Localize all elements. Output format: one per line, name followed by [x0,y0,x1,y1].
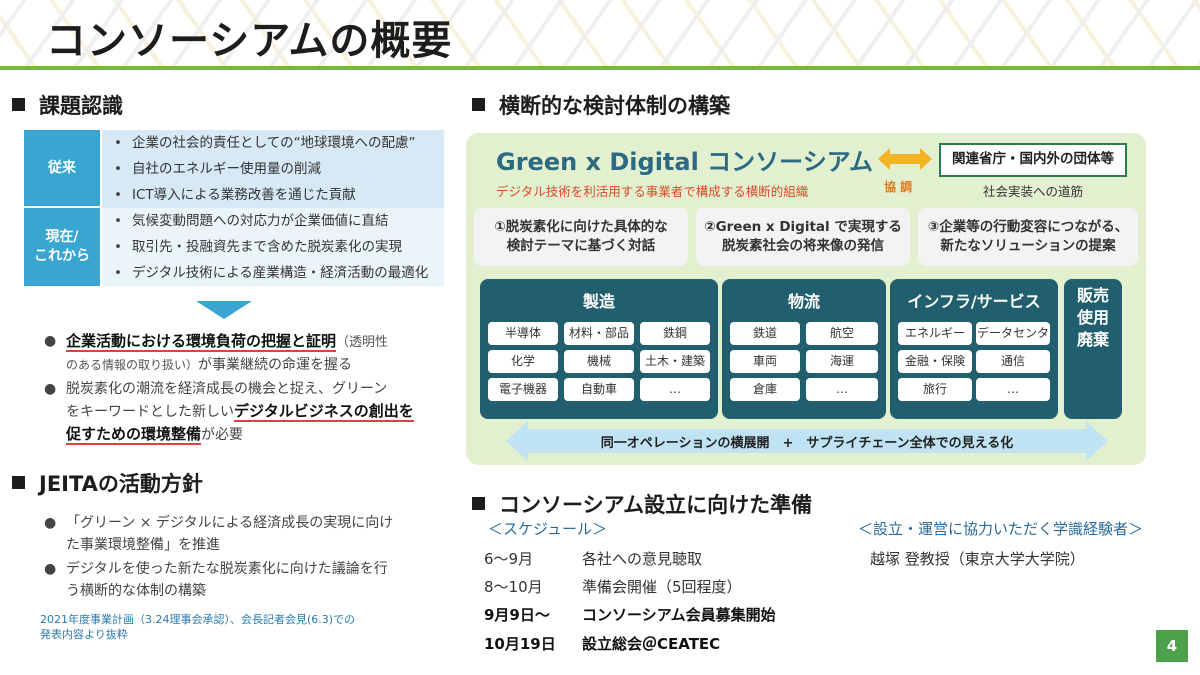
consortium-subtitle: デジタル技術を利活用する事業者で構成する横断的組織 [496,184,809,199]
block-sales-use-disposal: 販売 使用 廃棄 [1064,279,1122,419]
page-number: 4 [1156,630,1188,662]
schedule-text: 準備会開催（5回程度） [582,578,742,596]
expert-name: 越塚 登教授（東京大学大学院） [870,550,1085,568]
sector-pill: … [806,378,878,401]
sector-pill: 車両 [730,350,800,373]
partner-subtext: 社会実装への道筋 [982,184,1083,199]
section-heading-policy: JEITAの活動方針 [12,468,203,498]
schedule-text: 各社への意見聴取 [582,550,703,568]
sector-pill: エネルギー [898,322,972,345]
schedule-date: 8～10月 [484,578,543,596]
section-heading-structure: 横断的な検討体制の構築 [472,90,730,120]
sector-pill: 鉄鋼 [640,322,710,345]
list-item: 企業の社会的責任としての“地球環境への配慮” [102,130,444,156]
sector-pill: データセンタ [976,322,1050,345]
schedule-label: ＜スケジュール＞ [488,520,607,538]
sector-pill: 旅行 [898,378,972,401]
sector-pill: 材料・部品 [564,322,634,345]
double-arrow-icon [878,148,932,170]
sector-pill: 金融・保険 [898,350,972,373]
bullet-1: ● 企業活動における環境負荷の把握と証明（透明性 のある情報の取り扱い）が事業継… [44,332,389,373]
header-banner: コンソーシアムの概要 [0,0,1200,70]
sector-pill: 通信 [976,350,1050,373]
bullet-2: ● 脱炭素化の潮流を経済成長の機会と捉え、グリーン をキーワードとした新しいデジ… [44,381,414,445]
schedule-date: 9月9日～ [484,606,550,624]
list-item: ICT導入による業務改善を通じた貢献 [102,182,444,208]
sector-pill: 自動車 [564,378,634,401]
kyocho-label: 協 調 [884,180,913,194]
schedule-text: コンソーシアム会員募集開始 [582,606,776,624]
page-title: コンソーシアムの概要 [46,18,453,64]
sector-pill: 化学 [488,350,558,373]
schedule-date: 6～9月 [484,550,534,568]
sector-pill: 電子機器 [488,378,558,401]
consortium-title: Green x Digital コンソーシアム [496,148,874,176]
sector-pill: 航空 [806,322,878,345]
bullet-3: ● 「グリーン × デジタルによる経済成長の実現に向け た事業環境整備」を推進 [44,515,394,553]
sector-pill: 鉄道 [730,322,800,345]
row-label-past: 従来 [24,130,100,206]
row-content-now: 気候変動問題への対応力が企業価値に直結 取引先・投融資先まで含めた脱炭素化の実現… [102,208,444,286]
row-label-now: 現在/これから [24,208,100,286]
schedule-text: 設立総会＠CEATEC [582,635,721,653]
schedule-date: 10月19日 [484,635,556,653]
sector-pill: 海運 [806,350,878,373]
sector-pill: 倉庫 [730,378,800,401]
source-note: 2021年度事業計画（3.24理事会承認）、会長記者会見(6.3)での 発表内容よ… [40,613,356,641]
down-arrow-icon [196,301,252,319]
sector-pill: … [640,378,710,401]
sector-pill: 半導体 [488,322,558,345]
sector-pill: … [976,378,1050,401]
sector-pill: 機械 [564,350,634,373]
section-heading-preparation: コンソーシアム設立に向けた準備 [472,489,812,519]
theme-box-2: ②Green x Digital で実現する 脱炭素社会の将来像の発信 [696,208,910,266]
header-rule [0,66,1200,70]
list-item: デジタル技術による産業構造・経済活動の最適化 [102,260,444,286]
theme-box-1: ①脱炭素化に向けた具体的な 検討テーマに基づく対話 [474,208,688,266]
arrow-caption: 同一オペレーションの横展開 + サプライチェーン全体での見える化 [600,436,1014,451]
list-item: 気候変動問題への対応力が企業価値に直結 [102,208,444,234]
bullet-4: ● デジタルを使った新たな脱炭素化に向けた議論を行 う横断的な体制の構築 [44,561,388,599]
list-item: 自社のエネルギー使用量の削減 [102,156,444,182]
sector-pill: 土木・建築 [640,350,710,373]
partner-box: 関連省庁・国内外の団体等 [939,143,1127,177]
row-content-past: 企業の社会的責任としての“地球環境への配慮” 自社のエネルギー使用量の削減 IC… [102,130,444,208]
section-heading-issues: 課題認識 [12,90,123,120]
expert-label: ＜設立・運営に協力いただく学識経験者＞ [858,520,1144,538]
list-item: 取引先・投融資先まで含めた脱炭素化の実現 [102,234,444,260]
theme-box-3: ③企業等の行動変容につながる、 新たなソリューションの提案 [918,208,1138,266]
